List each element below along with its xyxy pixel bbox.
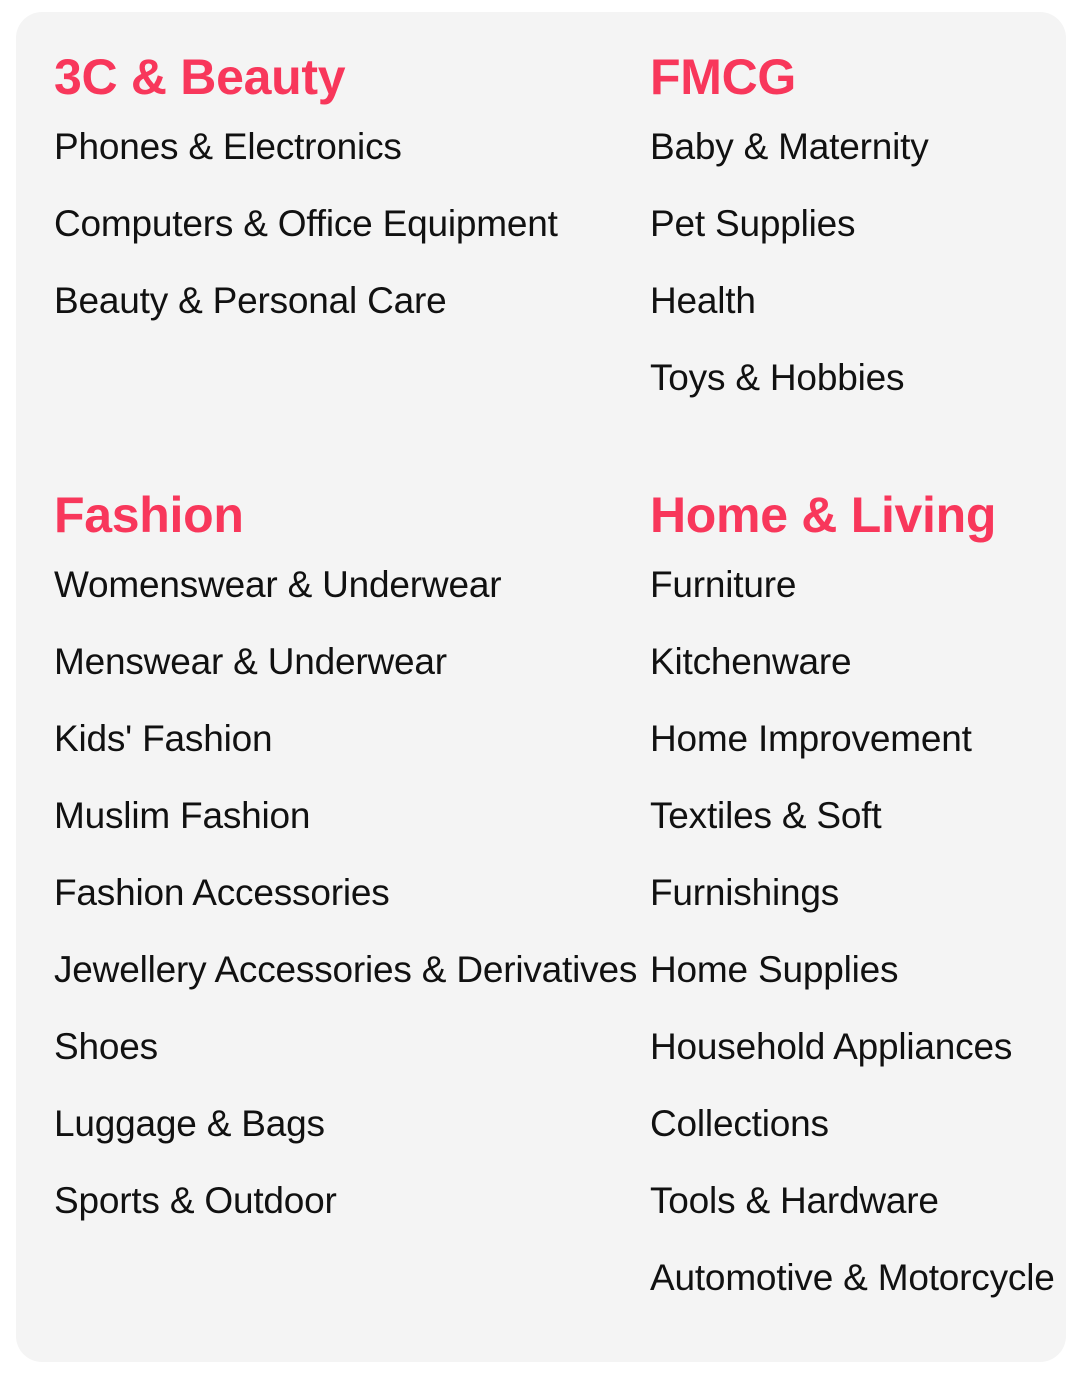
category-card: 3C & Beauty Phones & Electronics Compute… bbox=[16, 12, 1066, 1362]
category-item[interactable]: Jewellery Accessories & Derivatives bbox=[54, 951, 637, 1028]
category-item[interactable]: Kitchenware bbox=[650, 643, 1066, 720]
category-item[interactable]: Shoes bbox=[54, 1028, 524, 1105]
category-item[interactable]: Sports & Outdoor bbox=[54, 1182, 524, 1259]
group-title-3c-beauty: 3C & Beauty bbox=[54, 49, 346, 105]
category-item[interactable]: Phones & Electronics bbox=[54, 128, 524, 205]
category-item[interactable]: Furnishings bbox=[650, 874, 1066, 951]
category-item[interactable]: Kids' Fashion bbox=[54, 720, 524, 797]
category-item[interactable]: Luggage & Bags bbox=[54, 1105, 524, 1182]
category-group-home-living: Home & Living Furniture Kitchenware Home… bbox=[650, 490, 1066, 1336]
category-item[interactable]: Tools & Hardware bbox=[650, 1182, 1066, 1259]
category-item[interactable]: Health bbox=[650, 282, 1066, 359]
category-item[interactable]: Pet Supplies bbox=[650, 205, 1066, 282]
category-item[interactable]: Home Improvement bbox=[650, 720, 1066, 797]
category-item[interactable]: Baby & Maternity bbox=[650, 128, 1066, 205]
category-item[interactable]: Furniture bbox=[650, 566, 1066, 643]
category-item[interactable]: Automotive & Motorcycle bbox=[650, 1259, 1066, 1336]
category-item-list-3c-beauty: Phones & Electronics Computers & Office … bbox=[54, 128, 558, 359]
category-item[interactable]: Menswear & Underwear bbox=[54, 643, 524, 720]
category-item[interactable]: Toys & Hobbies bbox=[650, 359, 1066, 436]
category-group-fmcg: FMCG Baby & Maternity Pet Supplies Healt… bbox=[650, 52, 1066, 436]
category-group-fashion: Fashion Womenswear & Underwear Menswear … bbox=[54, 487, 637, 1259]
category-item[interactable]: Home Supplies bbox=[650, 951, 1066, 1028]
category-item[interactable]: Muslim Fashion bbox=[54, 797, 524, 874]
group-title-fashion: Fashion bbox=[54, 487, 244, 543]
category-item[interactable]: Beauty & Personal Care bbox=[54, 282, 524, 359]
category-item[interactable]: Fashion Accessories bbox=[54, 874, 524, 951]
category-item[interactable]: Textiles & Soft bbox=[650, 797, 1066, 874]
category-grid: 3C & Beauty Phones & Electronics Compute… bbox=[16, 12, 1066, 1362]
category-item[interactable]: Collections bbox=[650, 1105, 1066, 1182]
category-item[interactable]: Computers & Office Equipment bbox=[54, 205, 558, 282]
category-item[interactable]: Household Appliances bbox=[650, 1028, 1066, 1105]
category-group-3c-beauty: 3C & Beauty Phones & Electronics Compute… bbox=[54, 49, 558, 359]
group-title-fmcg: FMCG bbox=[650, 49, 796, 105]
category-item-list-fashion: Womenswear & Underwear Menswear & Underw… bbox=[54, 566, 637, 1259]
category-item-list-fmcg: Baby & Maternity Pet Supplies Health Toy… bbox=[650, 128, 1066, 436]
group-title-home-living: Home & Living bbox=[650, 487, 997, 543]
category-item-list-home-living: Furniture Kitchenware Home Improvement T… bbox=[650, 566, 1066, 1336]
category-item[interactable]: Womenswear & Underwear bbox=[54, 566, 524, 643]
